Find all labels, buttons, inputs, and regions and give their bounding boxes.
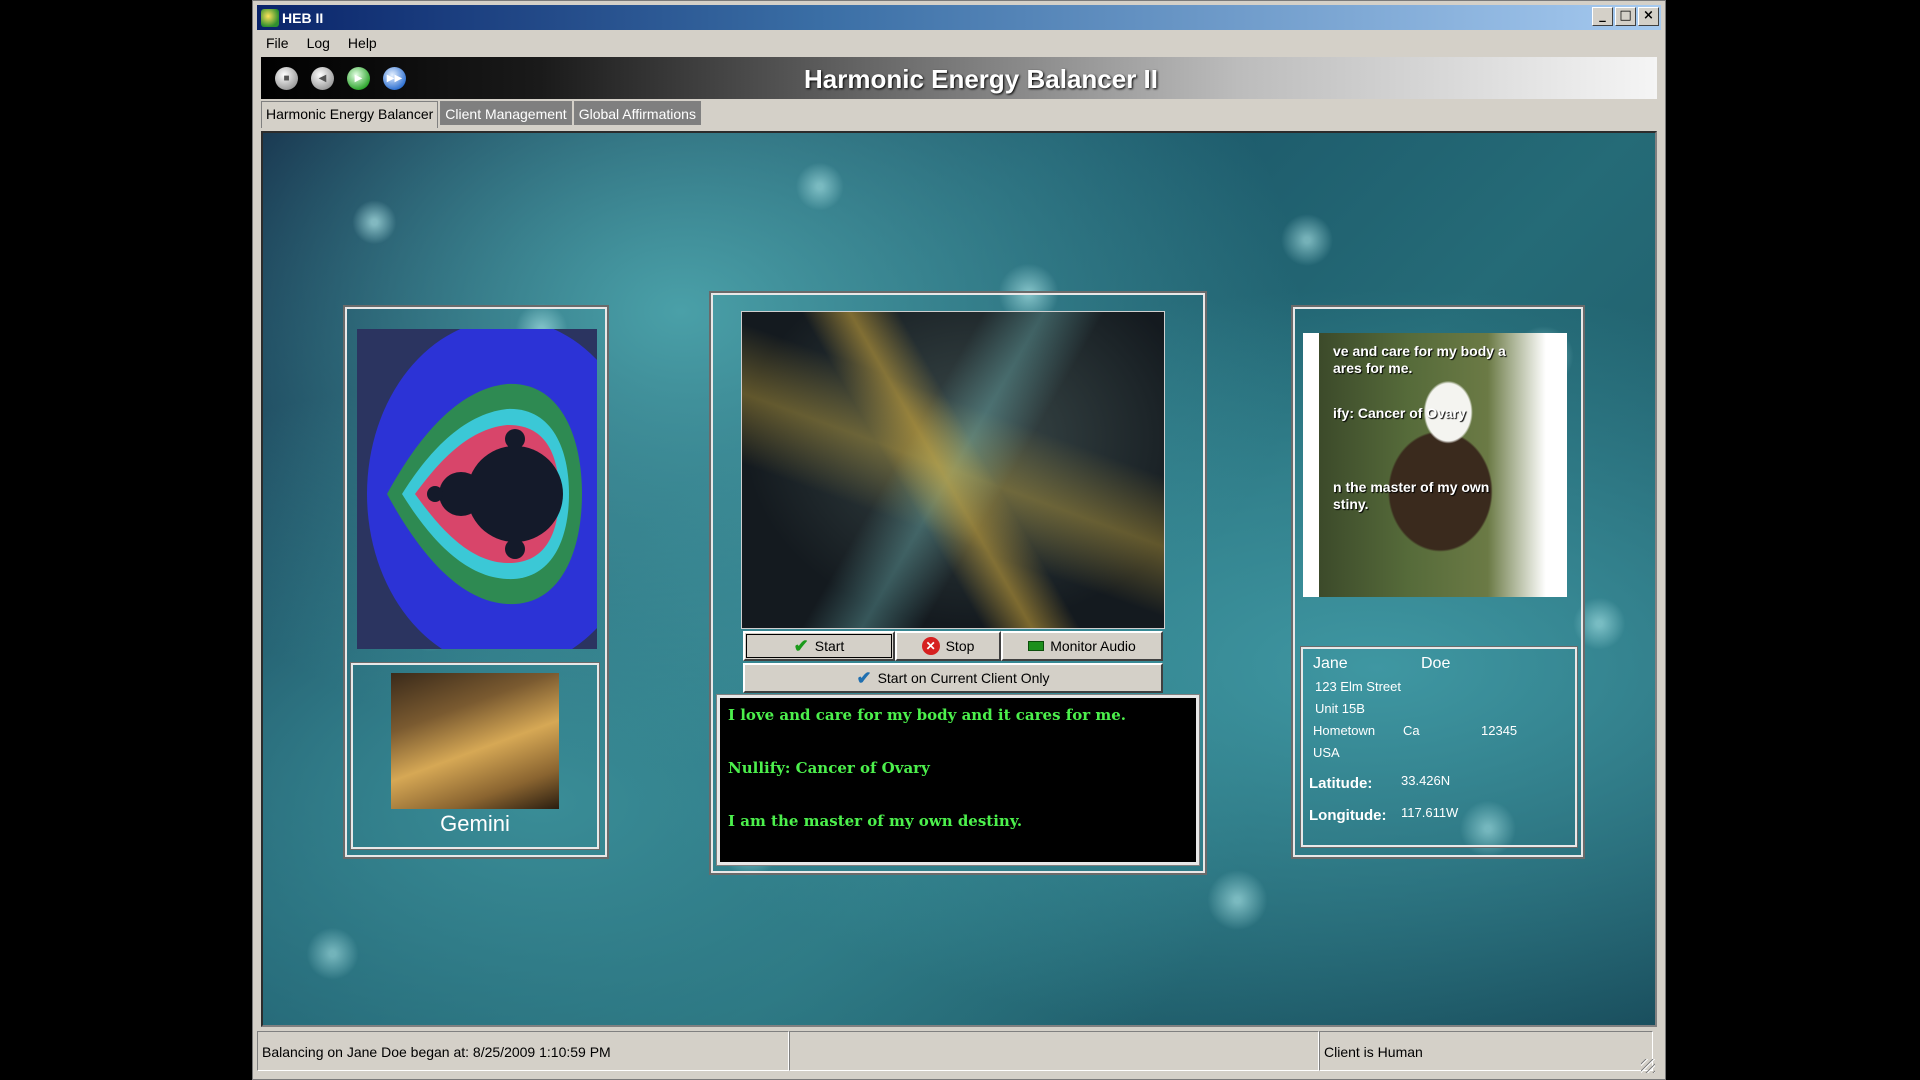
start-button[interactable]: ✔ Start: [743, 631, 895, 661]
window-title: HEB II: [282, 9, 324, 26]
left-panel: Gemini: [343, 305, 609, 859]
minimize-button[interactable]: _: [1592, 7, 1613, 26]
title-bar[interactable]: HEB II _ □ ×: [257, 5, 1661, 30]
maximize-button[interactable]: □: [1615, 7, 1636, 26]
client-state: Ca: [1403, 723, 1420, 738]
forward-icon[interactable]: ▶▶: [383, 67, 406, 90]
close-button[interactable]: ×: [1638, 7, 1659, 26]
start-current-client-button[interactable]: ✔ Start on Current Client Only: [743, 663, 1163, 693]
longitude-value: 117.611W: [1401, 805, 1459, 820]
app-banner-title: Harmonic Energy Balancer II: [803, 64, 1159, 94]
menu-log[interactable]: Log: [298, 35, 339, 51]
center-panel: ✔ Start ✕ Stop Monitor Audio ✔ Start on …: [709, 291, 1207, 875]
zodiac-sign-label: Gemini: [440, 811, 510, 836]
overlay-text: ve and care for my body a: [1333, 343, 1506, 359]
latitude-label: Latitude:: [1309, 775, 1373, 792]
stop-x-icon: ✕: [921, 637, 940, 655]
latitude-value: 33.426N: [1401, 773, 1451, 788]
monitor-label: Monitor Audio: [1050, 638, 1136, 654]
monitor-icon: [1028, 641, 1045, 651]
fractal-background: Gemini ✔ Start ✕ Stop Monitor Audio ✔ St…: [261, 131, 1657, 1027]
menu-help[interactable]: Help: [339, 35, 386, 51]
play-icon[interactable]: ▶: [347, 67, 370, 90]
start-current-label: Start on Current Client Only: [877, 670, 1050, 686]
status-client-type: Client is Human: [1319, 1031, 1653, 1071]
client-zip: 12345: [1481, 723, 1518, 738]
tab-strip: Harmonic Energy Balancer Client Manageme…: [261, 101, 703, 128]
checkmark-icon: ✔: [793, 635, 809, 656]
monitor-audio-button[interactable]: Monitor Audio: [1001, 631, 1163, 661]
stop-label: Stop: [945, 638, 975, 654]
toolbar: ■ ◀ ▶ ▶▶: [275, 67, 406, 90]
affirmation-line: I love and care for my body and it cares…: [728, 706, 1126, 724]
tab-harmonic-energy-balancer[interactable]: Harmonic Energy Balancer: [261, 101, 439, 128]
start-label: Start: [814, 638, 845, 654]
affirmations-display: I love and care for my body and it cares…: [716, 694, 1200, 866]
client-country: USA: [1313, 745, 1340, 760]
window-controls: _ □ ×: [1592, 7, 1659, 26]
right-panel: ve and care for my body a ares for me. i…: [1291, 305, 1585, 859]
menu-file[interactable]: File: [257, 35, 298, 51]
resize-grip[interactable]: [1641, 1059, 1655, 1073]
audio-visualization: [741, 311, 1165, 629]
overlay-text: stiny.: [1333, 496, 1369, 512]
client-first-name: Jane: [1313, 655, 1348, 672]
client-info: Jane Doe 123 Elm Street Unit 15B Hometow…: [1300, 646, 1578, 848]
overlay-text: n the master of my own: [1333, 479, 1490, 495]
tab-global-affirmations[interactable]: Global Affirmations: [573, 101, 701, 125]
menu-bar: File Log Help: [257, 31, 1661, 55]
status-bar: Balancing on Jane Doe began at: 8/25/200…: [257, 1031, 1661, 1077]
checkmark-icon: ✔: [856, 667, 872, 688]
client-last-name: Doe: [1421, 655, 1451, 672]
longitude-label: Longitude:: [1309, 807, 1387, 824]
header-banner: ■ ◀ ▶ ▶▶ Harmonic Energy Balancer II: [261, 57, 1657, 99]
overlay-text: ares for me.: [1333, 360, 1413, 376]
client-unit: Unit 15B: [1315, 701, 1365, 716]
status-middle: [789, 1031, 1319, 1071]
client-city: Hometown: [1313, 723, 1376, 738]
rewind-icon[interactable]: ◀: [311, 67, 334, 90]
status-balancing: Balancing on Jane Doe began at: 8/25/200…: [257, 1031, 789, 1071]
zodiac-panel: Gemini: [350, 662, 600, 850]
mandelbrot-graphic: [357, 329, 597, 649]
app-icon: [261, 8, 279, 27]
app-window: HEB II _ □ × File Log Help ■ ◀ ▶ ▶▶ Harm…: [252, 0, 1666, 1080]
tab-client-management[interactable]: Client Management: [440, 101, 572, 125]
playback-controls: ✔ Start ✕ Stop Monitor Audio: [743, 631, 1163, 661]
stop-button[interactable]: ✕ Stop: [895, 631, 1001, 661]
overlay-text: ify: Cancer of Ovary: [1333, 405, 1467, 421]
mandelbrot-image: [357, 329, 597, 649]
stop-icon[interactable]: ■: [275, 67, 298, 90]
eagle-image: ve and care for my body a ares for me. i…: [1303, 333, 1567, 597]
zodiac-image: [391, 673, 559, 809]
client-street: 123 Elm Street: [1315, 679, 1401, 694]
affirmation-line: Nullify: Cancer of Ovary: [728, 759, 930, 777]
affirmation-line: I am the master of my own destiny.: [728, 812, 1023, 830]
